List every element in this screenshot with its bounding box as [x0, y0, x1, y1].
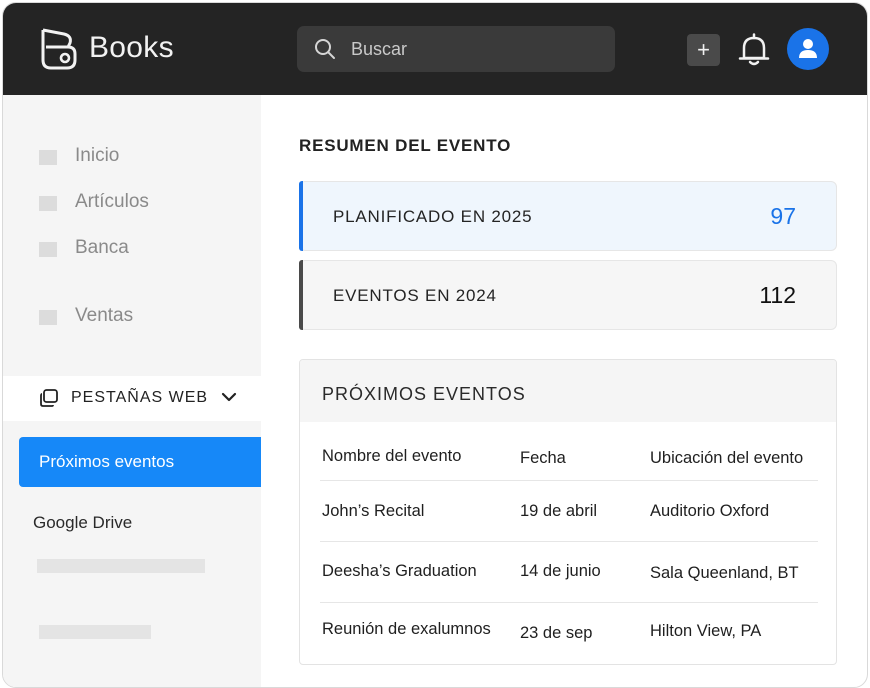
- stat-value: 112: [759, 282, 796, 308]
- avatar[interactable]: [787, 28, 829, 70]
- row-divider: [320, 541, 818, 542]
- stat-value: 97: [770, 203, 796, 229]
- column-header-event-name: Nombre del evento: [322, 447, 462, 465]
- table-title: PRÓXIMOS EVENTOS: [322, 384, 526, 404]
- chevron-down-icon[interactable]: [221, 390, 237, 404]
- column-header-location: Ubicación del evento: [650, 449, 804, 467]
- web-tabs-label: PESTAÑAS WEB: [71, 389, 209, 406]
- stat-label: PLANIFICADO EN 2025: [333, 207, 533, 226]
- add-button[interactable]: +: [687, 34, 720, 66]
- search-input[interactable]: [351, 26, 601, 72]
- sidebar-item-label: Artículos: [75, 191, 149, 212]
- stat-accent-bar: [299, 181, 303, 251]
- home-icon: [39, 150, 57, 165]
- books-logo-icon: [41, 28, 77, 70]
- items-icon: [39, 196, 57, 211]
- row-1-date: 19 de abril: [520, 502, 598, 520]
- search-icon: [315, 39, 335, 59]
- row-3-date: 23 de sep: [520, 624, 593, 642]
- sidebar-item-label: Ventas: [75, 305, 134, 326]
- web-tabs-section[interactable]: PESTAÑAS WEB: [3, 376, 261, 421]
- stat-card-planned-2025: PLANIFICADO EN 2025 97: [299, 181, 837, 251]
- sidebar-item-google-drive[interactable]: Google Drive: [33, 513, 132, 533]
- stat-card-events-2024: EVENTOS EN 2024 112: [299, 260, 837, 330]
- column-header-date: Fecha: [520, 449, 566, 467]
- row-divider: [320, 602, 818, 603]
- sidebar-item-label: Próximos eventos: [39, 452, 175, 471]
- row-divider: [320, 480, 818, 481]
- row-1-event-name: John’s Recital: [322, 502, 425, 520]
- row-3-location: Hilton View, PA: [650, 622, 762, 640]
- upcoming-events-table: PRÓXIMOS EVENTOS Nombre del evento Fecha…: [299, 359, 837, 665]
- placeholder-bar: [39, 625, 151, 639]
- stat-label: EVENTOS EN 2024: [333, 286, 497, 305]
- row-2-location: Sala Queenland, BT: [650, 564, 799, 582]
- web-tabs-icon: [40, 389, 58, 407]
- sidebar-item-proximos-eventos[interactable]: Próximos eventos: [19, 437, 261, 487]
- row-3-event-name: Reunión de exalumnos: [322, 620, 491, 638]
- user-icon: [799, 39, 817, 58]
- app-name: Books: [89, 31, 174, 64]
- banking-icon: [39, 242, 57, 257]
- stat-accent-bar: [299, 260, 303, 330]
- placeholder-bar: [37, 559, 205, 573]
- row-1-location: Auditorio Oxford: [650, 502, 770, 520]
- app-window: Books + Inicio: [2, 2, 868, 688]
- table-header-bar: PRÓXIMOS EVENTOS: [300, 360, 836, 422]
- sales-icon: [39, 310, 57, 325]
- top-bar: Books +: [3, 3, 867, 95]
- row-2-date: 14 de junio: [520, 562, 601, 580]
- search-box[interactable]: [297, 26, 615, 72]
- sidebar: Inicio Artículos Banca Ventas PESTAÑAS W…: [3, 95, 261, 687]
- bell-icon[interactable]: [738, 33, 770, 67]
- sidebar-item-label: Banca: [75, 237, 129, 258]
- page-title: RESUMEN DEL EVENTO: [299, 136, 512, 155]
- row-2-event-name: Deesha’s Graduation: [322, 562, 477, 580]
- sidebar-item-label: Inicio: [75, 145, 120, 166]
